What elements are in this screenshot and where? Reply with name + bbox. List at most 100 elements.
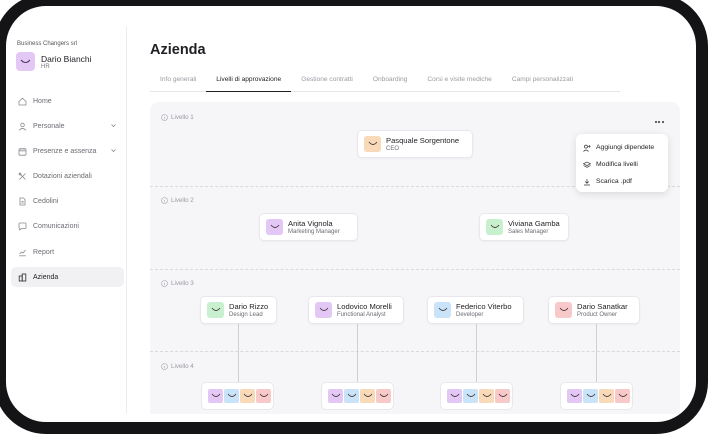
smile-icon — [559, 307, 568, 311]
employee-card[interactable]: Dario Sanatkar Product Owner — [548, 296, 640, 324]
sidebar-item-label: Dotazioni aziendali — [33, 173, 92, 181]
info-icon — [161, 280, 168, 287]
app-window: Business Changers srl Dario Bianchi HR H… — [0, 0, 713, 434]
smile-icon — [490, 224, 499, 228]
employee-name: Anita Vignola — [288, 219, 333, 228]
more-dot — [654, 121, 657, 123]
menu-item-edit-levels[interactable]: Modifica livelli — [583, 156, 661, 173]
more-dot — [658, 121, 660, 123]
employee-card[interactable]: Dario Rizzo Design Lead — [200, 296, 277, 324]
company-name: Business Changers srl — [17, 41, 78, 47]
tab-gestione-contratti[interactable]: Gestione contratti — [291, 73, 363, 92]
chart-icon — [18, 248, 27, 257]
employee-role: Functional Analyst — [337, 312, 386, 318]
avatar — [207, 388, 224, 404]
sidebar-item-label: Cedolini — [33, 198, 59, 206]
sidebar-item-label: Comunicazioni — [33, 223, 79, 231]
avatar — [364, 136, 381, 152]
employee-card[interactable]: Federico Viterbo Developer — [427, 296, 524, 324]
connector-line — [476, 324, 477, 382]
building-icon — [18, 273, 27, 282]
chevron-down-icon — [111, 149, 116, 153]
person-icon — [18, 122, 27, 131]
tab-bar: Info generali Livelli di approvazione Ge… — [150, 73, 620, 92]
smile-icon — [319, 307, 328, 311]
connector-line — [357, 324, 358, 382]
smile-icon — [438, 307, 447, 311]
sidebar-item-comunicazioni[interactable]: Comunicazioni — [11, 217, 124, 237]
employee-role: CEO — [386, 146, 400, 152]
avatar — [598, 388, 615, 404]
tab-onboarding[interactable]: Onboarding — [363, 73, 417, 92]
user-profile[interactable]: Dario Bianchi HR — [16, 52, 92, 71]
sidebar-item-report[interactable]: Report — [11, 242, 124, 262]
employee-role: Product Owner — [577, 312, 618, 318]
employee-card[interactable]: Anita Vignola Marketing Manager — [259, 213, 358, 241]
avatar — [614, 388, 631, 404]
sidebar-item-label: Azienda — [33, 273, 59, 281]
tab-info-generali[interactable]: Info generali — [150, 73, 206, 92]
team-avatar-group[interactable] — [440, 382, 513, 410]
chevron-down-icon — [111, 124, 116, 128]
employee-role: Design Lead — [229, 312, 263, 318]
menu-item-add-employee[interactable]: Aggiungi dipendete — [583, 139, 661, 156]
employee-name: Dario Rizzo — [229, 302, 269, 311]
sidebar-item-dotazioni[interactable]: Dotazioni aziendali — [11, 167, 124, 187]
user-role: HR — [41, 63, 50, 70]
sidebar: Business Changers srl Dario Bianchi HR H… — [6, 26, 127, 414]
employee-name: Dario Sanatkar — [577, 302, 628, 311]
tab-campi-personalizzati[interactable]: Campi personalizzati — [502, 73, 583, 92]
level-label: Livello 1 — [161, 114, 194, 121]
sidebar-item-label: Personale — [33, 122, 65, 130]
layers-icon — [583, 161, 591, 168]
add-user-icon — [583, 144, 591, 152]
level-label: Livello 2 — [161, 197, 194, 204]
more-dot — [661, 121, 664, 123]
sidebar-item-label: Home — [33, 97, 52, 105]
home-icon — [18, 97, 27, 106]
info-icon — [161, 197, 168, 204]
employee-name: Lodovico Morelli — [337, 302, 392, 311]
connector-line — [596, 324, 597, 382]
team-avatar-group[interactable] — [321, 382, 394, 410]
employee-role: Sales Manager — [508, 229, 549, 235]
info-icon — [161, 363, 168, 370]
sidebar-item-personale[interactable]: Personale — [11, 116, 124, 136]
sidebar-item-home[interactable]: Home — [11, 91, 124, 111]
more-options-button[interactable] — [652, 118, 666, 126]
smile-icon — [368, 141, 377, 145]
menu-item-download-pdf[interactable]: Scarica .pdf — [583, 173, 661, 190]
avatar — [555, 302, 572, 318]
avatar — [494, 388, 511, 404]
avatar — [478, 388, 495, 404]
sidebar-item-presenze[interactable]: Presenze e assenza — [11, 141, 124, 161]
tab-livelli-di-approvazione[interactable]: Livelli di approvazione — [206, 73, 292, 92]
sidebar-item-label: Presenze e assenza — [33, 147, 97, 155]
team-avatar-group[interactable] — [201, 382, 274, 410]
avatar — [223, 388, 240, 404]
avatar — [207, 302, 224, 318]
avatar — [327, 388, 344, 404]
level-divider — [150, 269, 680, 270]
tab-corsi-e-visite-mediche[interactable]: Corsi e visite mediche — [417, 73, 502, 92]
info-icon — [161, 114, 168, 121]
avatar — [446, 388, 463, 404]
employee-card[interactable]: Lodovico Morelli Functional Analyst — [308, 296, 404, 324]
employee-role: Developer — [456, 312, 484, 318]
avatar — [359, 388, 376, 404]
sidebar-item-cedolini[interactable]: Cedolini — [11, 192, 124, 212]
sidebar-item-azienda[interactable]: Azienda — [11, 267, 124, 288]
smile-icon — [20, 59, 31, 63]
employee-name: Federico Viterbo — [456, 302, 512, 311]
connector-line — [238, 324, 239, 382]
sidebar-item-label: Report — [33, 248, 55, 256]
employee-card[interactable]: Pasquale Sorgentone CEO — [357, 130, 473, 158]
avatar — [462, 388, 479, 404]
avatar — [566, 388, 583, 404]
level-label: Livello 4 — [161, 363, 194, 370]
team-avatar-group[interactable] — [560, 382, 633, 410]
employee-card[interactable]: Viviana Gamba Sales Manager — [479, 213, 569, 241]
document-icon — [18, 197, 27, 206]
employee-name: Pasquale Sorgentone — [386, 136, 460, 145]
avatar — [434, 302, 451, 318]
